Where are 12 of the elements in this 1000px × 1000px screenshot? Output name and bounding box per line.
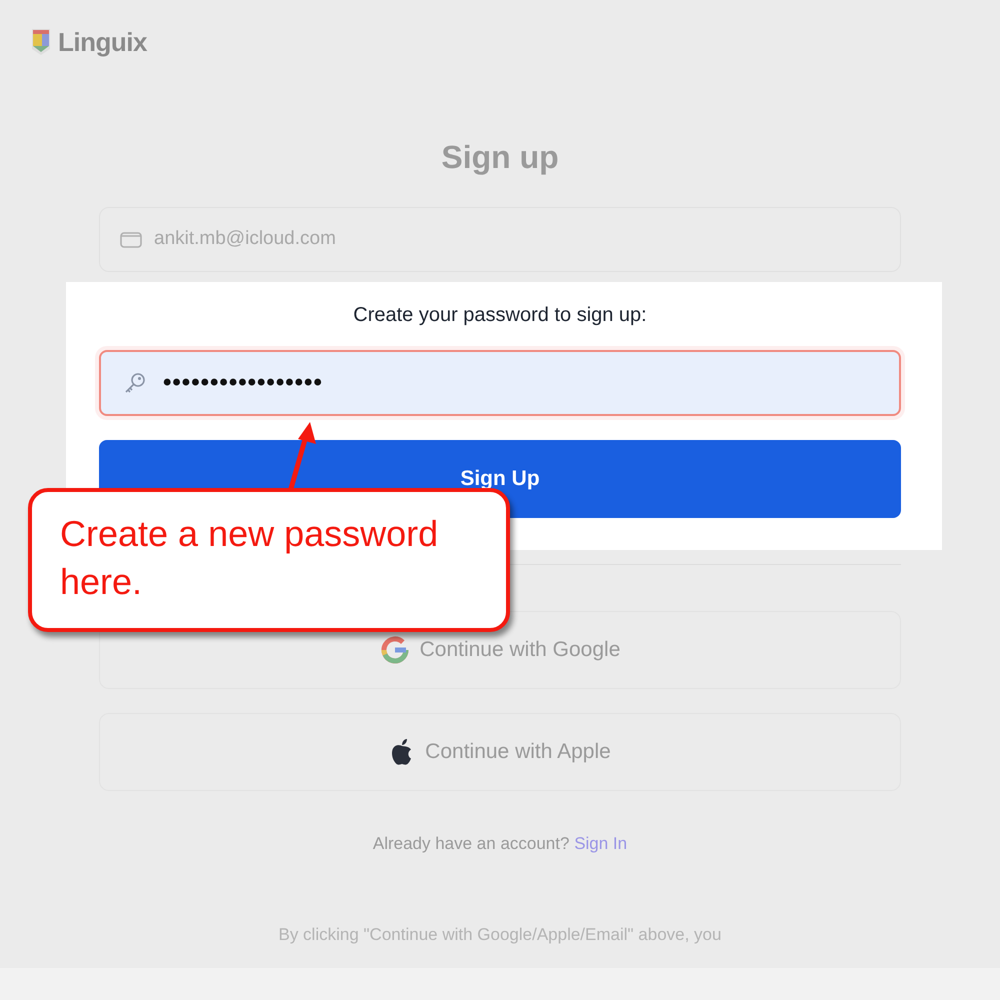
email-field[interactable]: ankit.mb@icloud.com <box>99 207 901 272</box>
envelope-icon <box>120 232 142 248</box>
prompt-text: Create your password to sign up: <box>352 303 648 328</box>
logo-icon <box>30 27 52 57</box>
apple-sign-in-button[interactable]: Continue with Apple <box>99 713 901 791</box>
logo-text: Linguix <box>58 26 147 58</box>
page-title: Sign up <box>440 138 560 177</box>
annotation-tooltip: Create a new password here. <box>28 488 510 632</box>
google-icon <box>380 635 410 665</box>
sign-in-link[interactable]: Sign In <box>574 834 628 853</box>
key-icon <box>123 371 147 395</box>
account-prompt: Already have an account? <box>372 834 570 853</box>
